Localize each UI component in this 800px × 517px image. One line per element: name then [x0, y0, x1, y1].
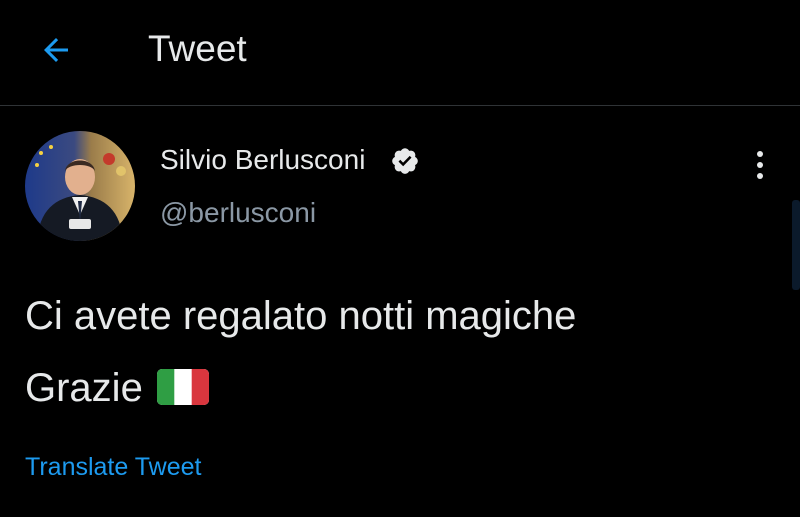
- tweet-text: Ci avete regalato notti magiche Grazie: [25, 280, 765, 424]
- author-display-name[interactable]: Silvio Berlusconi: [160, 143, 365, 177]
- tweet-line-2: Grazie: [25, 352, 765, 424]
- avatar[interactable]: [25, 131, 135, 241]
- back-button[interactable]: [36, 30, 76, 70]
- arrow-left-icon: [44, 38, 68, 62]
- scrollbar[interactable]: [792, 200, 800, 290]
- verified-badge-icon: [392, 148, 418, 174]
- more-options-button[interactable]: [742, 147, 778, 183]
- translate-tweet-link[interactable]: Translate Tweet: [25, 452, 201, 482]
- author-handle[interactable]: @berlusconi: [160, 196, 316, 230]
- tweet-line-2-text: Grazie: [25, 366, 143, 410]
- more-vertical-icon: [757, 151, 763, 157]
- tweet-line-1: Ci avete regalato notti magiche: [25, 294, 577, 338]
- top-app-bar: Tweet: [0, 0, 800, 106]
- flag-italy-icon: [156, 369, 209, 405]
- page-title: Tweet: [148, 28, 247, 69]
